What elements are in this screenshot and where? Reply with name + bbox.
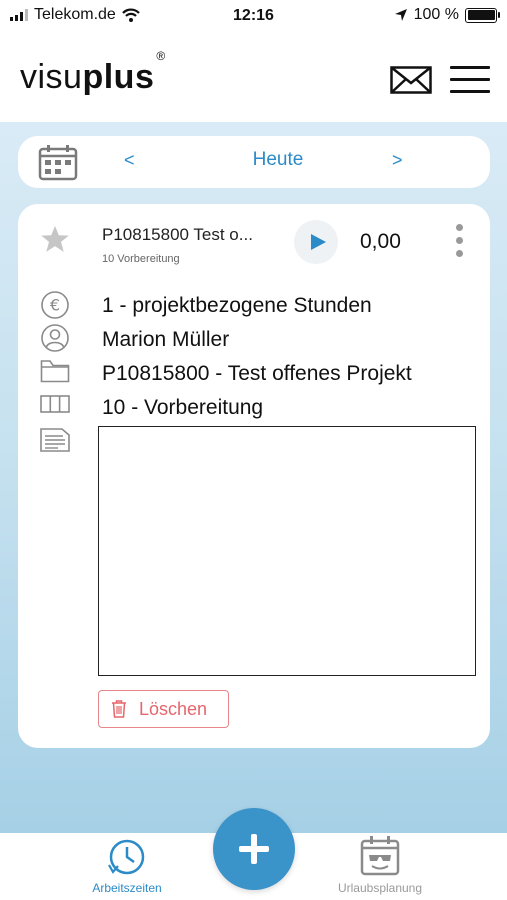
entry-title: P10815800 Test o... xyxy=(102,225,253,244)
status-right: 100 % xyxy=(394,6,500,24)
note-textarea[interactable] xyxy=(98,426,476,676)
location-arrow-icon xyxy=(394,9,407,21)
delete-button[interactable]: Löschen xyxy=(98,690,229,728)
activity-value[interactable]: 10 - Vorbereitung xyxy=(102,396,263,420)
star-icon[interactable] xyxy=(40,224,70,254)
previous-day-button[interactable]: < xyxy=(124,150,135,171)
more-options-icon[interactable] xyxy=(456,224,466,263)
tab-arbeitszeiten[interactable]: Arbeitszeiten xyxy=(67,833,187,900)
status-bar: Telekom.de 12:16 100 % xyxy=(0,0,507,36)
entry-subtitle: 10 Vorbereitung xyxy=(102,253,180,265)
svg-text:€: € xyxy=(50,296,60,315)
battery-percent: 100 % xyxy=(413,6,459,23)
content-area: < Heute > P10815800 Test o... 10 Vorbere… xyxy=(0,122,507,833)
delete-label: Löschen xyxy=(139,699,208,719)
trash-icon xyxy=(112,700,126,718)
battery-icon xyxy=(465,7,500,23)
wage-type-value[interactable]: 1 - projektbezogene Stunden xyxy=(102,294,372,318)
add-entry-button[interactable] xyxy=(213,808,295,890)
tab-arbeitszeiten-label: Arbeitszeiten xyxy=(92,881,162,895)
document-icon xyxy=(40,428,70,452)
euro-icon: € xyxy=(41,291,69,319)
folder-icon xyxy=(40,360,70,383)
vacation-calendar-icon xyxy=(360,836,400,876)
date-navigation: < Heute > xyxy=(18,136,490,188)
hamburger-menu-icon[interactable] xyxy=(450,66,490,94)
play-button[interactable] xyxy=(294,220,338,264)
clock-refresh-icon xyxy=(108,839,145,875)
app-header: visuplus® xyxy=(0,36,507,122)
employee-value[interactable]: Marion Müller xyxy=(102,328,229,352)
user-icon xyxy=(41,324,69,352)
app-logo: visuplus® xyxy=(20,48,166,96)
mail-icon[interactable] xyxy=(390,66,432,94)
today-button[interactable]: Heute xyxy=(208,149,348,171)
time-entry-card: P10815800 Test o... 10 Vorbereitung 0,00… xyxy=(18,204,490,748)
hours-value[interactable]: 0,00 xyxy=(360,230,401,254)
tab-urlaubsplanung-label: Urlaubsplanung xyxy=(337,881,423,895)
project-value[interactable]: P10815800 - Test offenes Projekt xyxy=(102,362,412,386)
columns-icon xyxy=(40,395,70,413)
calendar-icon[interactable] xyxy=(38,145,78,181)
next-day-button[interactable]: > xyxy=(392,150,403,171)
tab-urlaubsplanung[interactable]: Urlaubsplanung xyxy=(320,833,440,900)
